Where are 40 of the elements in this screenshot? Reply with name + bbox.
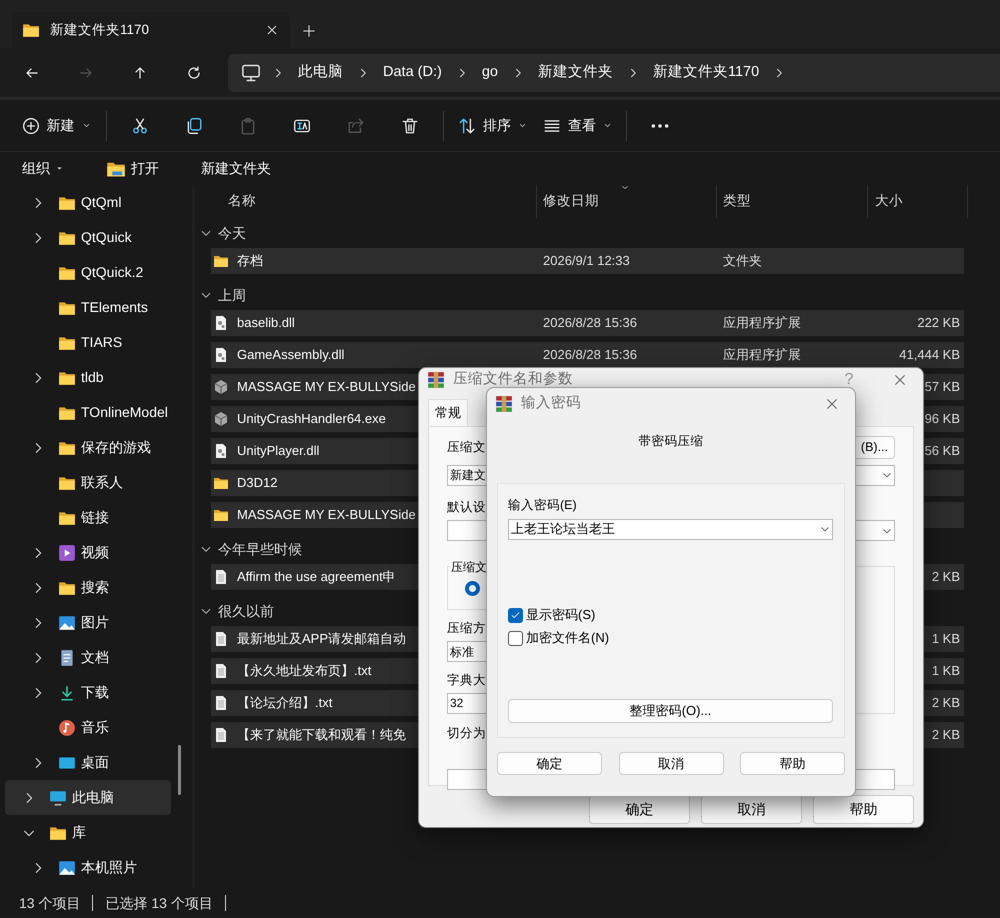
file-size: 41,444 KB bbox=[899, 347, 960, 362]
file-name: UnityCrashHandler64.exe bbox=[237, 411, 386, 426]
field-label: 字典大 bbox=[447, 673, 486, 687]
field-label: 切分为 bbox=[447, 726, 486, 740]
file-name: UnityPlayer.dll bbox=[237, 443, 320, 458]
field-label: 输入密码(E) bbox=[508, 496, 578, 514]
dialog-title: 输入密码 bbox=[521, 394, 582, 414]
file-size: 1 KB bbox=[932, 631, 960, 646]
status-text: 已选择 13 个项目 bbox=[105, 894, 213, 912]
file-name: D3D12 bbox=[237, 475, 278, 490]
file-name: MASSAGE MY EX-BULLYSide bbox=[237, 379, 416, 394]
file-type: 文件夹 bbox=[723, 253, 762, 268]
modified-date: 2026/9/1 12:33 bbox=[543, 253, 630, 268]
file-name: 最新地址及APP请发邮箱自动 bbox=[237, 631, 406, 646]
field-label: 压缩方 bbox=[447, 621, 486, 636]
file-size: 96 KB bbox=[924, 411, 960, 426]
file-type: 应用程序扩展 bbox=[723, 347, 801, 362]
file-name: 【来了就能下载和观看！纯免 bbox=[237, 727, 406, 742]
file-size: 222 KB bbox=[917, 315, 960, 330]
file-size: 56 KB bbox=[924, 443, 960, 458]
file-size: 57 KB bbox=[924, 379, 960, 394]
file-name: 【论坛介绍】.txt bbox=[237, 695, 332, 710]
file-size: 2 KB bbox=[932, 695, 960, 710]
modified-date: 2026/8/28 15:36 bbox=[543, 315, 637, 330]
file-name: 【永久地址发布页】.txt bbox=[237, 663, 372, 678]
file-size: 2 KB bbox=[932, 727, 960, 742]
dialog-heading: 带密码压缩 bbox=[638, 434, 704, 448]
modified-date: 2026/8/28 15:36 bbox=[543, 347, 637, 362]
file-type: 应用程序扩展 bbox=[723, 315, 801, 330]
file-name: MASSAGE MY EX-BULLYSide bbox=[237, 507, 416, 522]
file-name: Affirm the use agreement申 bbox=[237, 569, 396, 584]
file-size: 2 KB bbox=[932, 569, 960, 584]
file-size: 1 KB bbox=[932, 663, 960, 678]
file-name: GameAssembly.dll bbox=[237, 347, 344, 362]
field-label: 压缩文 bbox=[447, 439, 486, 456]
field-label: 默认设 bbox=[447, 500, 486, 514]
file-name: 存档 bbox=[237, 253, 263, 268]
status-text: 13 个项目 bbox=[19, 894, 80, 912]
file-name: baselib.dll bbox=[237, 315, 295, 330]
dialog-title: 压缩文件名和参数 bbox=[453, 370, 574, 390]
